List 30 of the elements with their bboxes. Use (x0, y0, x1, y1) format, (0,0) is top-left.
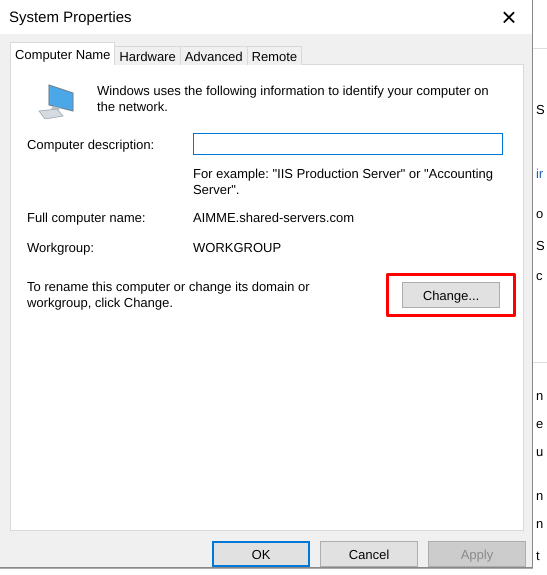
change-button[interactable]: Change... (402, 282, 500, 308)
field-value: WORKGROUP (193, 240, 282, 256)
background-text: c (536, 268, 542, 283)
tab[interactable]: Hardware (114, 46, 181, 66)
window-title: System Properties (9, 8, 132, 26)
tab[interactable]: Advanced (180, 46, 248, 66)
field-value: AIMME.shared-servers.com (193, 210, 354, 226)
close-button[interactable]: × (496, 4, 522, 30)
description-field[interactable] (193, 133, 503, 156)
background-text: S (536, 238, 545, 253)
tab[interactable]: Computer Name (10, 42, 116, 66)
field-label: Computer description: (27, 136, 156, 152)
background-text: ir (536, 166, 544, 181)
rename-text: To rename this computer or change its domain or workgroup, click Change. (27, 279, 311, 312)
tab[interactable]: Remote (246, 46, 302, 66)
background-text: o (536, 206, 544, 221)
example-text: For example: "IIS Production Server" or "Accounting Server". (193, 166, 494, 198)
background-text: t (536, 548, 540, 563)
background-text: n (536, 488, 544, 503)
dialog-button[interactable]: Cancel (320, 541, 418, 567)
field-label: Workgroup: (27, 240, 95, 256)
dialog-button[interactable]: OK (212, 541, 310, 567)
background-text: S (536, 102, 545, 117)
field-label: Full computer name: (27, 210, 146, 226)
background-text: u (536, 444, 544, 459)
intro-text: Windows uses the following information to identify your computer on the network. (97, 83, 490, 116)
background-text: n (536, 388, 544, 403)
computer-icon (37, 83, 75, 120)
background-text: n (536, 516, 544, 531)
background-text: e (536, 416, 544, 431)
